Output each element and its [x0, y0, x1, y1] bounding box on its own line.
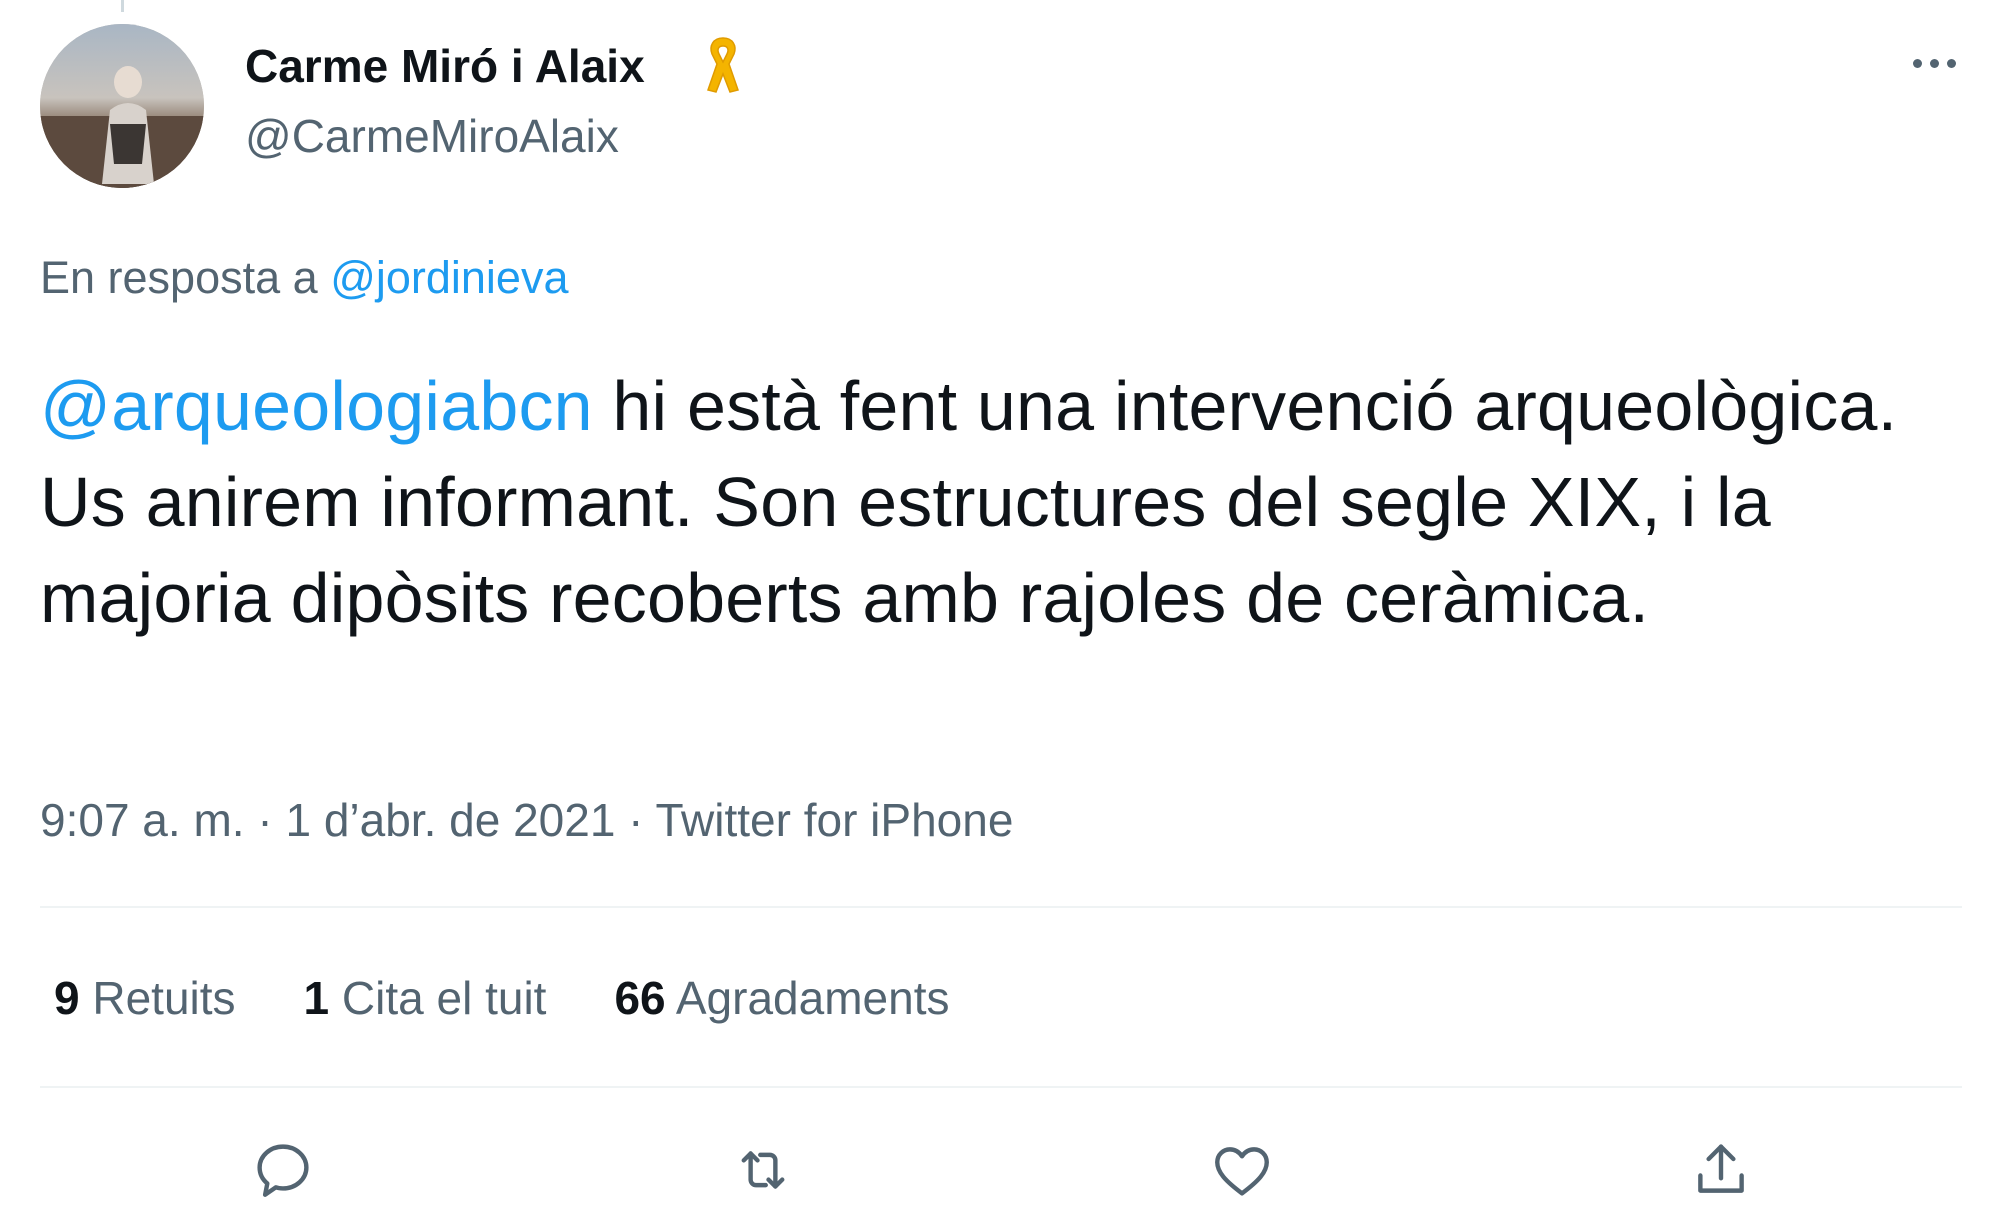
likes-stat[interactable]: 66 Agradaments [614, 970, 949, 1026]
more-dot [1929, 58, 1939, 68]
share-icon [1698, 1144, 1744, 1193]
quote-tweets-count: 1 [303, 972, 330, 1024]
quote-tweets-label: Cita el tuit [341, 972, 547, 1024]
reply-prefix: En resposta a [40, 252, 318, 303]
retweet-icon [741, 1151, 785, 1189]
avatar[interactable] [40, 24, 204, 188]
likes-label: Agradaments [675, 972, 950, 1024]
reply-button[interactable] [248, 1135, 318, 1205]
heart-icon [1215, 1147, 1269, 1196]
tweet-text: @arqueologiabcn hi està fent una interve… [40, 358, 1980, 646]
meta-separator: · [615, 794, 656, 846]
divider [40, 906, 1962, 908]
reply-icon [257, 1144, 309, 1197]
share-button[interactable] [1686, 1135, 1756, 1205]
yellow-ribbon-icon [707, 37, 739, 93]
author-handle[interactable]: @CarmeMiroAlaix [245, 108, 619, 164]
more-dot [1946, 58, 1956, 68]
likes-count: 66 [614, 972, 666, 1024]
retweets-count: 9 [54, 972, 80, 1024]
meta-separator: · [244, 794, 286, 846]
retweets-label: Retuits [92, 972, 236, 1024]
reply-mention-link[interactable]: @jordinieva [330, 252, 568, 303]
tweet-mention-link[interactable]: @arqueologiabcn [40, 367, 593, 445]
tweet-time[interactable]: 9:07 a. m. [40, 794, 245, 846]
tweet-date[interactable]: 1 d’abr. de 2021 [285, 794, 615, 846]
tweet-metadata: 9:07 a. m. · 1 d’abr. de 2021 · Twitter … [40, 792, 1013, 848]
retweets-stat[interactable]: 9 Retuits [54, 970, 236, 1026]
retweet-button[interactable] [728, 1135, 798, 1205]
engagement-stats: 9 Retuits 1 Cita el tuit 66 Agradaments [54, 970, 949, 1026]
author-name[interactable]: Carme Miró i Alaix [245, 38, 645, 94]
reply-context: En resposta a @jordinieva [40, 250, 568, 306]
divider [40, 1086, 1962, 1088]
tweet-card: Carme Miró i Alaix @CarmeMiroAlaix En re… [0, 0, 2000, 1217]
more-options-icon[interactable] [1900, 40, 1968, 86]
more-dot [1912, 58, 1922, 68]
tweet-source[interactable]: Twitter for iPhone [655, 794, 1013, 846]
quote-tweets-stat[interactable]: 1 Cita el tuit [304, 970, 547, 1026]
like-button[interactable] [1207, 1135, 1277, 1205]
